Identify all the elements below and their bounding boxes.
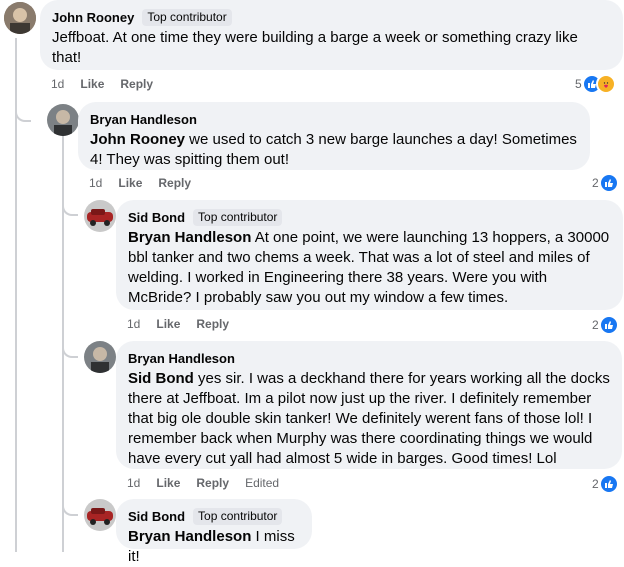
comment-bubble: Sid Bond Top contributor Bryan Handleson… [116,200,623,310]
like-reaction-icon [598,173,619,193]
reaction-summary[interactable]: 2 [592,173,619,193]
like-reaction-icon [598,474,619,494]
timestamp[interactable]: 1d [127,317,140,331]
comment-text: John Rooney we used to catch 3 new barge… [90,131,577,168]
reaction-summary[interactable]: 5 [575,74,616,94]
top-contributor-badge: Top contributor [193,507,283,525]
thread-connector [62,498,78,516]
avatar[interactable] [84,499,116,531]
comment-author[interactable]: Sid Bond [128,210,185,225]
timestamp[interactable]: 1d [51,77,64,91]
mention-link[interactable]: Bryan Handleson [128,528,251,545]
reply-button[interactable]: Reply [120,77,153,91]
profile-photo [4,2,36,34]
like-button[interactable]: Like [118,176,142,190]
like-button[interactable]: Like [156,476,180,490]
reaction-count: 2 [592,176,599,190]
timestamp[interactable]: 1d [89,176,102,190]
profile-photo [84,341,116,373]
care-reaction-icon [595,74,616,94]
avatar[interactable] [84,200,116,232]
like-button[interactable]: Like [80,77,104,91]
avatar[interactable] [4,2,36,34]
reply-button[interactable]: Reply [196,476,229,490]
reaction-summary[interactable]: 2 [592,474,619,494]
like-reaction-icon [598,315,619,335]
mention-link[interactable]: Sid Bond [128,370,194,387]
like-button[interactable]: Like [156,317,180,331]
comment-text: Sid Bond yes sir. I was a deckhand there… [128,370,610,467]
comment-author[interactable]: Sid Bond [128,509,185,524]
top-contributor-badge: Top contributor [142,8,232,26]
comment-author[interactable]: Bryan Handleson [128,351,235,366]
top-contributor-badge: Top contributor [193,208,283,226]
comment-bubble: Bryan Handleson John Rooney we used to c… [78,102,590,170]
mention-link[interactable]: John Rooney [90,131,185,148]
reply-button[interactable]: Reply [158,176,191,190]
reaction-summary[interactable]: 2 [592,315,619,335]
profile-photo [84,200,116,232]
thread-connector [62,340,78,358]
reaction-count: 2 [592,318,599,332]
comment-text: Bryan Handleson At one point, we were la… [128,229,610,306]
edited-label[interactable]: Edited [245,476,279,490]
comment-author[interactable]: Bryan Handleson [90,112,197,127]
comment-text: Jeffboat. At one time they were building… [52,29,578,66]
comment-bubble: John Rooney Top contributor Jeffboat. At… [40,0,623,70]
reply-button[interactable]: Reply [196,317,229,331]
reaction-count: 2 [592,477,599,491]
comment-text: Bryan Handleson I miss it! [128,528,295,565]
comment-bubble: Sid Bond Top contributor Bryan Handleson… [116,499,312,565]
comment-author[interactable]: John Rooney [52,10,134,25]
thread-connector [62,198,78,216]
timestamp[interactable]: 1d [127,476,140,490]
comment-bubble: Bryan Handleson Sid Bond yes sir. I was … [116,341,622,469]
profile-photo [84,499,116,531]
avatar[interactable] [84,341,116,373]
profile-photo [47,104,79,136]
mention-link[interactable]: Bryan Handleson [128,229,251,246]
avatar[interactable] [47,104,79,136]
reaction-count: 5 [575,77,582,91]
thread-connector [15,104,31,122]
